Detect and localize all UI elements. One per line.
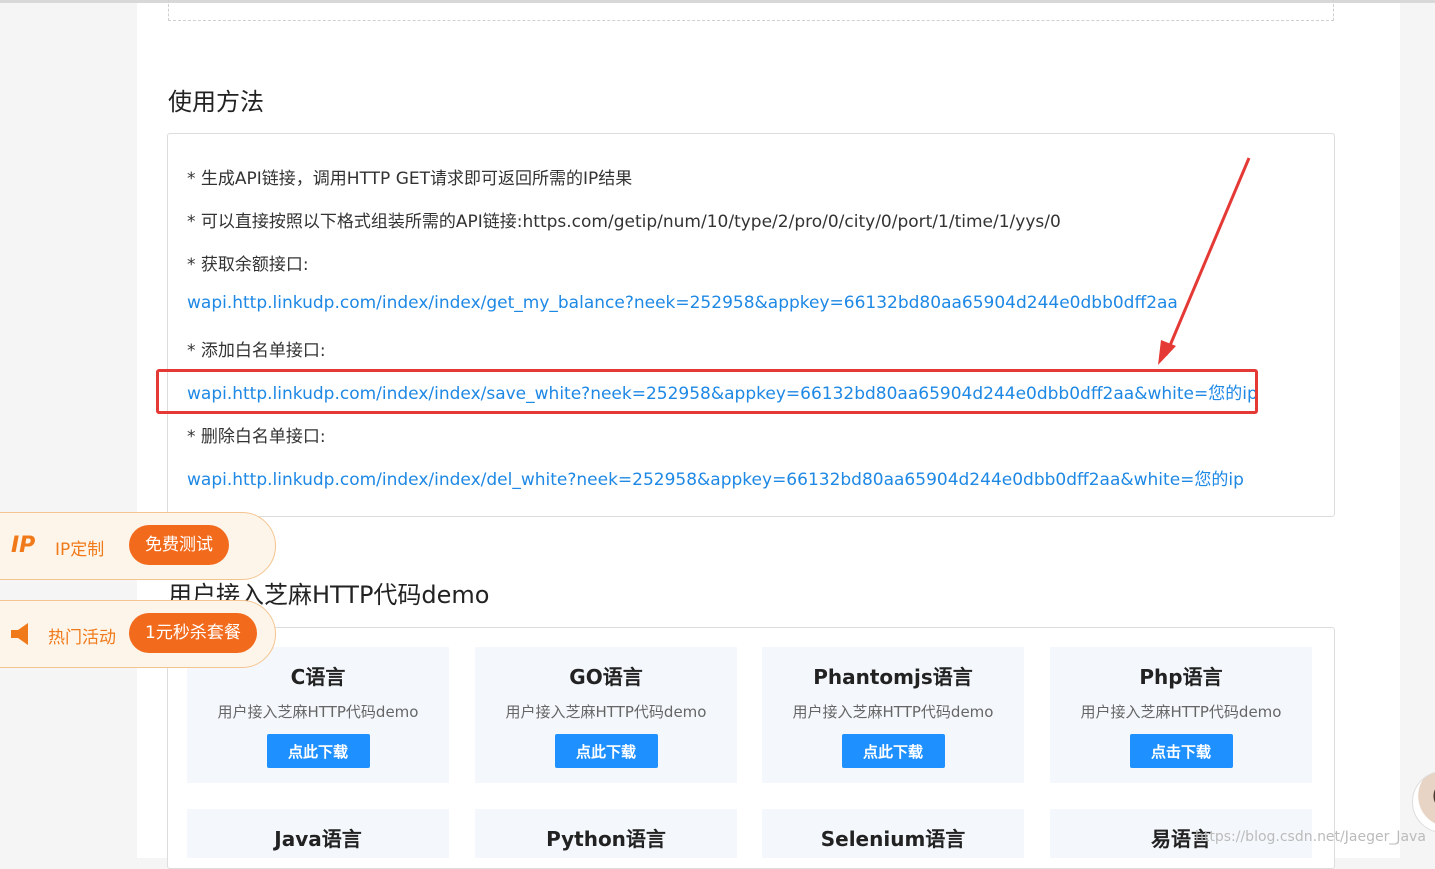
download-go-button[interactable]: 点此下载 [554,734,658,768]
previous-panel-bottom [168,0,1334,21]
card-title: Java语言 [274,827,362,851]
delete-whitelist-api-link[interactable]: wapi.http.linkudp.com/index/index/del_wh… [187,465,1244,490]
usage-line-2: * 可以直接按照以下格式组装所需的API链接:https.com/getip/n… [187,212,1061,232]
card-title: Php语言 [1139,665,1223,689]
demo-card-phantomjs: Phantomjs语言 用户接入芝麻HTTP代码demo 点此下载 [762,647,1024,783]
balance-api-link[interactable]: wapi.http.linkudp.com/index/index/get_my… [187,293,1178,313]
demo-card-java: Java语言 [187,809,449,858]
card-title: Selenium语言 [820,827,966,851]
ip-custom-widget: IP IP定制 免费测试 [0,512,276,580]
card-title: Phantomjs语言 [813,665,973,689]
avatar[interactable] [1412,771,1435,833]
download-c-button[interactable]: 点此下载 [266,734,370,768]
hot-activity-widget: 热门活动 1元秒杀套餐 [0,600,276,668]
card-title: Python语言 [546,827,666,851]
card-subtitle: 用户接入芝麻HTTP代码demo [792,703,994,721]
annotation-arrow-icon [1158,157,1251,365]
download-php-button[interactable]: 点击下载 [1129,734,1233,768]
hot-activity-label[interactable]: 热门活动 [48,623,116,648]
card-subtitle: 用户接入芝麻HTTP代码demo [1080,703,1282,721]
free-trial-button[interactable]: 免费测试 [129,525,229,565]
balance-label: * 获取余额接口: [187,255,309,275]
watermark: https://blog.csdn.net/Jaeger_Java [1195,829,1426,845]
usage-line-1: * 生成API链接，调用HTTP GET请求即可返回所需的IP结果 [187,169,633,189]
speaker-icon [11,623,28,645]
download-phantomjs-button[interactable]: 点此下载 [841,734,945,768]
delete-whitelist-label: * 删除白名单接口: [187,427,326,447]
card-subtitle: 用户接入芝麻HTTP代码demo [505,703,707,721]
demo-card-go: GO语言 用户接入芝麻HTTP代码demo 点此下载 [475,647,737,783]
demo-card-selenium: Selenium语言 [762,809,1024,858]
ip-custom-label[interactable]: IP定制 [55,535,104,560]
demo-card-python: Python语言 [475,809,737,858]
card-title: GO语言 [569,665,643,689]
card-subtitle: 用户接入芝麻HTTP代码demo [217,703,419,721]
ip-logo-icon: IP [11,533,36,558]
usage-title: 使用方法 [168,88,264,116]
demo-card-php: Php语言 用户接入芝麻HTTP代码demo 点击下载 [1050,647,1312,783]
add-whitelist-label: * 添加白名单接口: [187,341,326,361]
highlight-annotation-box [156,369,1258,414]
flash-sale-button[interactable]: 1元秒杀套餐 [129,613,257,653]
